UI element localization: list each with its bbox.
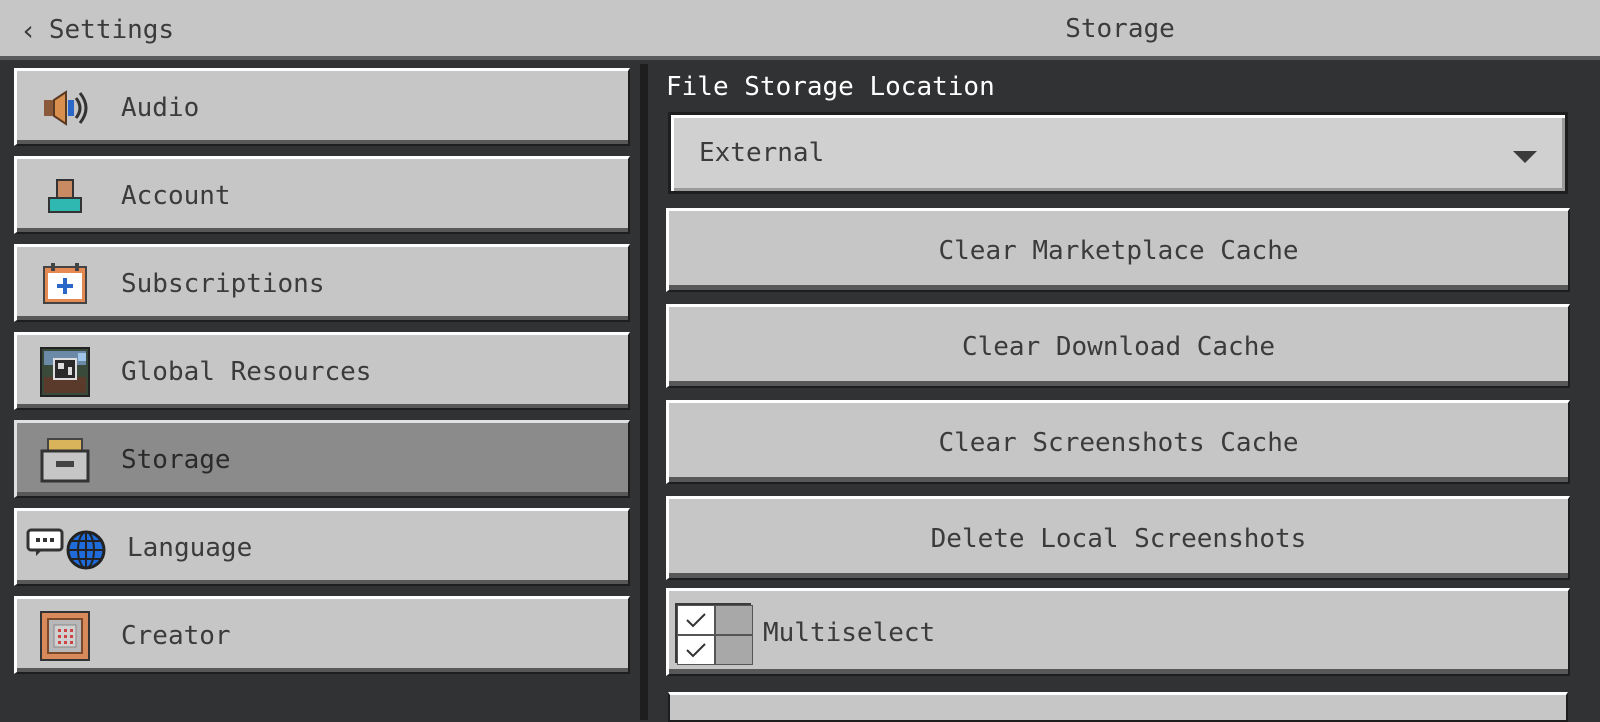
- dropdown-value: External: [699, 138, 825, 168]
- sidebar-item-label: Account: [121, 180, 231, 211]
- storage-location-dropdown[interactable]: External: [668, 112, 1568, 194]
- sidebar-item-label: Storage: [121, 444, 231, 475]
- section-label: File Storage Location: [666, 72, 995, 102]
- multiselect-label: Multiselect: [763, 617, 936, 648]
- multiselect-icon: [675, 602, 753, 665]
- multiselect-toggle[interactable]: Multiselect: [666, 588, 1570, 676]
- top-bar: ‹ Settings Storage: [0, 0, 1600, 60]
- sidebar-item-account[interactable]: Account: [14, 156, 630, 234]
- speaker-icon: [37, 82, 93, 134]
- partial-button[interactable]: [668, 692, 1568, 722]
- account-icon: [37, 170, 93, 222]
- sidebar-item-audio[interactable]: Audio: [14, 68, 630, 146]
- caret-down-icon: [1513, 151, 1537, 163]
- clear-marketplace-cache-button[interactable]: Clear Marketplace Cache: [666, 208, 1570, 292]
- calendar-plus-icon: [37, 258, 93, 310]
- sidebar-item-label: Language: [127, 532, 253, 563]
- settings-sidebar: Audio Account Subscriptions Global Resou…: [0, 64, 640, 720]
- sidebar-item-subscriptions[interactable]: Subscriptions: [14, 244, 630, 322]
- page-title: Storage: [1065, 14, 1175, 44]
- clear-download-cache-button[interactable]: Clear Download Cache: [666, 304, 1570, 388]
- checkmark-icon: [677, 634, 715, 665]
- sidebar-item-global-resources[interactable]: Global Resources: [14, 332, 630, 410]
- sidebar-item-label: Creator: [121, 620, 231, 651]
- delete-local-screenshots-button[interactable]: Delete Local Screenshots: [666, 496, 1570, 580]
- clear-screenshots-cache-button[interactable]: Clear Screenshots Cache: [666, 400, 1570, 484]
- storage-box-icon: [37, 434, 93, 486]
- sidebar-item-label: Audio: [121, 92, 200, 123]
- storage-panel: File Storage Location External Clear Mar…: [648, 64, 1600, 722]
- resource-pack-icon: [37, 346, 93, 398]
- command-block-icon: [37, 610, 93, 662]
- sidebar-item-label: Subscriptions: [121, 268, 325, 299]
- sidebar-item-label: Global Resources: [121, 356, 372, 387]
- checkmark-icon: [677, 604, 715, 635]
- language-globe-icon: [23, 522, 113, 574]
- sidebar-item-creator[interactable]: Creator: [14, 596, 630, 674]
- sidebar-item-language[interactable]: Language: [14, 508, 630, 586]
- sidebar-item-storage[interactable]: Storage: [14, 420, 630, 498]
- panel-divider: [640, 64, 648, 720]
